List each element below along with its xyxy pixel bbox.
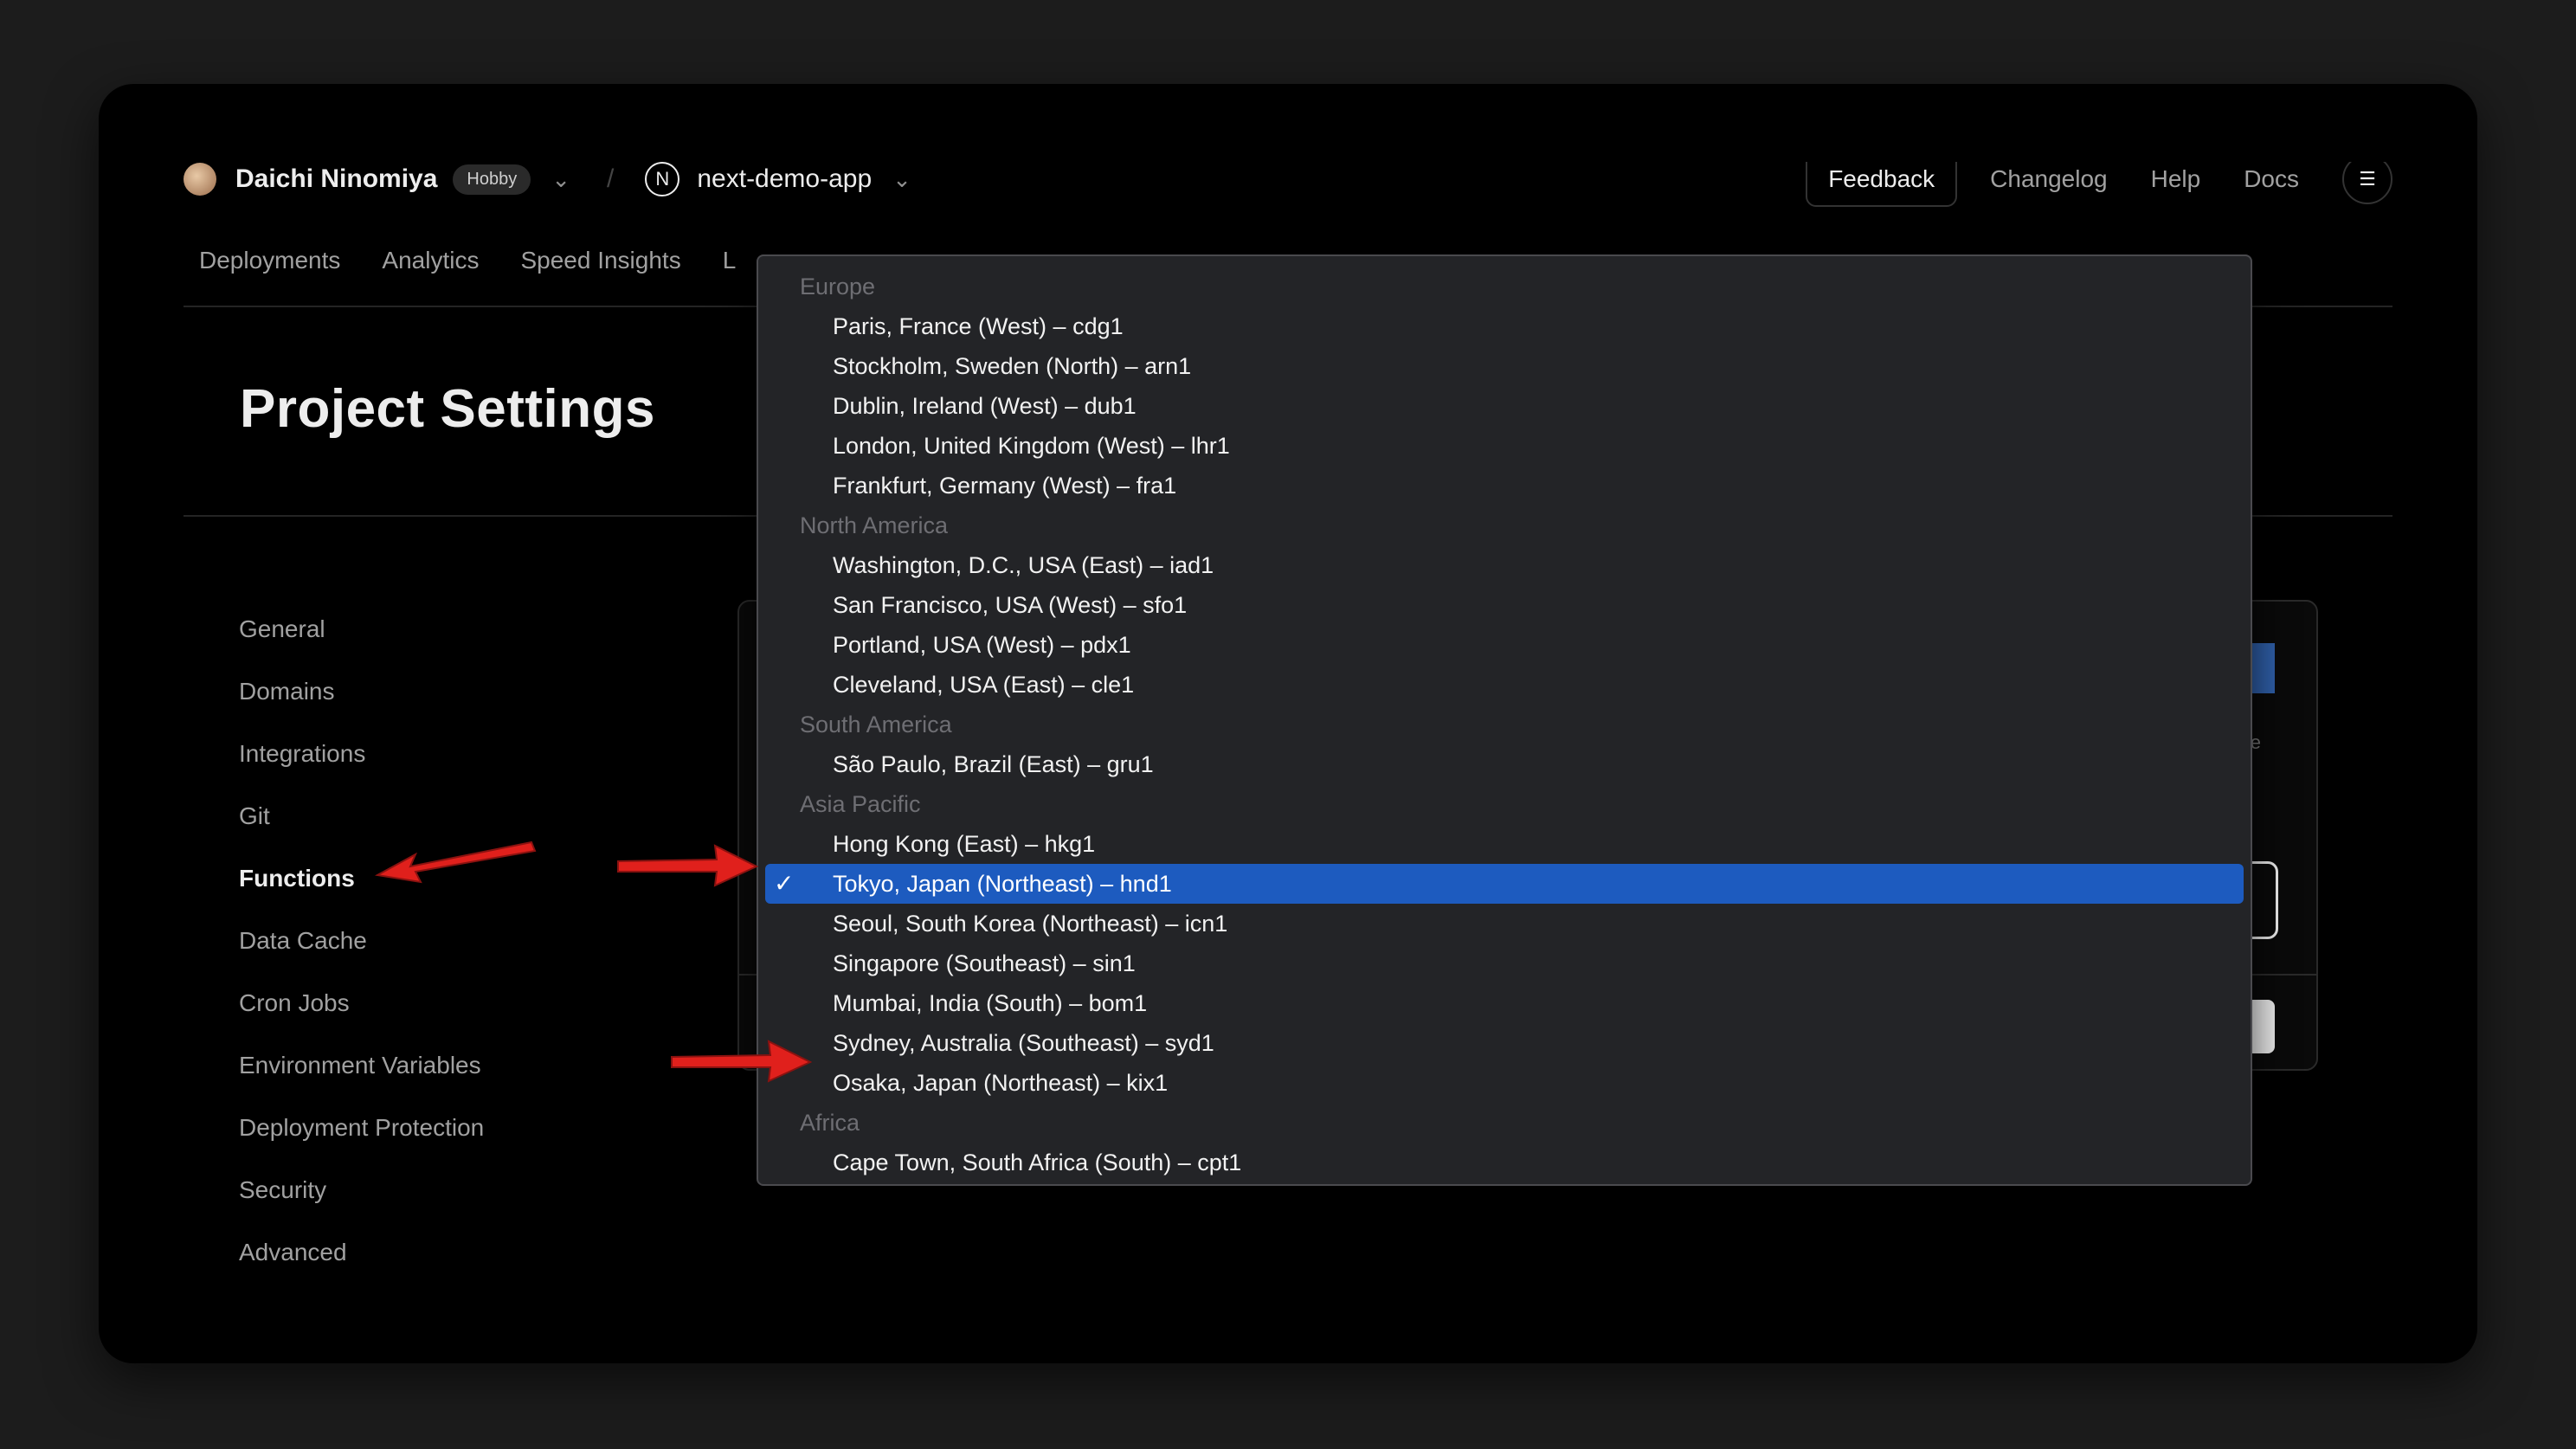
user-avatar[interactable] bbox=[184, 163, 216, 196]
dropdown-group-label: South America bbox=[800, 712, 952, 737]
feedback-button[interactable]: Feedback bbox=[1806, 162, 1958, 207]
changelog-link[interactable]: Changelog bbox=[1990, 165, 2107, 193]
dropdown-group-label: Africa bbox=[800, 1110, 860, 1136]
region-dropdown-menu: Europe Paris, France (West) – cdg1 Stockho… bbox=[757, 254, 2252, 1186]
checkmark-icon: ✓ bbox=[774, 870, 795, 897]
project-name[interactable]: next-demo-app bbox=[697, 164, 872, 194]
annotation-arrow-icon bbox=[374, 840, 537, 884]
dropdown-option-label: Tokyo, Japan (Northeast) – hnd1 bbox=[833, 871, 1172, 897]
app-window: Daichi Ninomiya Hobby ⌄ / N next-demo-ap… bbox=[99, 84, 2477, 1363]
dropdown-option-label: Mumbai, India (South) – bom1 bbox=[833, 990, 1148, 1016]
dropdown-option[interactable]: Dublin, Ireland (West) – dub1 bbox=[765, 386, 2244, 426]
dropdown-option[interactable]: Osaka, Japan (Northeast) – kix1 bbox=[765, 1063, 2244, 1103]
project-logo-icon: N bbox=[645, 162, 680, 196]
dropdown-option-label: Sydney, Australia (Southeast) – syd1 bbox=[833, 1030, 1214, 1056]
sidebar-item-general[interactable]: General bbox=[239, 612, 484, 674]
dropdown-option[interactable]: Seoul, South Korea (Northeast) – icn1 bbox=[765, 904, 2244, 943]
dropdown-group-label: Europe bbox=[800, 274, 876, 299]
dropdown-option-label: Singapore (Southeast) – sin1 bbox=[833, 950, 1136, 976]
dropdown-option[interactable]: Washington, D.C., USA (East) – iad1 bbox=[765, 545, 2244, 585]
plan-badge: Hobby bbox=[453, 164, 531, 195]
tab-speed-insights[interactable]: Speed Insights bbox=[520, 247, 680, 274]
top-bar: Daichi Ninomiya Hobby ⌄ / N next-demo-ap… bbox=[184, 162, 2392, 209]
sidebar-item-deployment-protection[interactable]: Deployment Protection bbox=[239, 1111, 484, 1173]
breadcrumb-separator: / bbox=[607, 164, 615, 193]
dropdown-option-label: Seoul, South Korea (Northeast) – icn1 bbox=[833, 911, 1228, 937]
dropdown-option-label: Paris, France (West) – cdg1 bbox=[833, 313, 1124, 339]
dropdown-option[interactable]: San Francisco, USA (West) – sfo1 bbox=[765, 585, 2244, 625]
help-link[interactable]: Help bbox=[2151, 165, 2201, 193]
dropdown-option[interactable]: Frankfurt, Germany (West) – fra1 bbox=[765, 466, 2244, 506]
dropdown-option[interactable]: São Paulo, Brazil (East) – gru1 bbox=[765, 744, 2244, 784]
sidebar-item-security[interactable]: Security bbox=[239, 1173, 484, 1235]
menu-icon[interactable]: ☰ bbox=[2342, 162, 2392, 204]
project-logo-letter: N bbox=[655, 168, 670, 190]
sidebar-item-domains[interactable]: Domains bbox=[239, 674, 484, 737]
settings-sidebar: General Domains Integrations Git Functio… bbox=[239, 612, 484, 1298]
tab-deployments[interactable]: Deployments bbox=[199, 247, 340, 274]
page-title: Project Settings bbox=[240, 379, 655, 439]
dropdown-option[interactable]: Paris, France (West) – cdg1 bbox=[765, 306, 2244, 346]
dropdown-option[interactable]: Portland, USA (West) – pdx1 bbox=[765, 625, 2244, 665]
team-name[interactable]: Daichi Ninomiya bbox=[235, 164, 437, 194]
dropdown-option-label: Frankfurt, Germany (West) – fra1 bbox=[833, 473, 1177, 499]
dropdown-option[interactable]: Singapore (Southeast) – sin1 bbox=[765, 943, 2244, 983]
tab-analytics[interactable]: Analytics bbox=[382, 247, 479, 274]
sidebar-item-data-cache[interactable]: Data Cache bbox=[239, 924, 484, 986]
dropdown-option-label: Portland, USA (West) – pdx1 bbox=[833, 632, 1131, 658]
tab-logs[interactable]: L bbox=[723, 247, 737, 274]
dropdown-option-label: Osaka, Japan (Northeast) – kix1 bbox=[833, 1070, 1169, 1096]
dropdown-option[interactable]: London, United Kingdom (West) – lhr1 bbox=[765, 426, 2244, 466]
sidebar-item-advanced[interactable]: Advanced bbox=[239, 1235, 484, 1298]
dropdown-option[interactable]: Cape Town, South Africa (South) – cpt1 bbox=[765, 1143, 2244, 1182]
dropdown-option[interactable]: Cleveland, USA (East) – cle1 bbox=[765, 665, 2244, 705]
chevron-down-icon[interactable]: ⌄ bbox=[892, 166, 911, 193]
dropdown-option[interactable]: Sydney, Australia (Southeast) – syd1 bbox=[765, 1023, 2244, 1063]
dropdown-option-label: Hong Kong (East) – hkg1 bbox=[833, 831, 1096, 857]
dropdown-option[interactable]: Mumbai, India (South) – bom1 bbox=[765, 983, 2244, 1023]
dropdown-option[interactable]: Hong Kong (East) – hkg1 bbox=[765, 824, 2244, 864]
docs-link[interactable]: Docs bbox=[2244, 165, 2299, 193]
project-tabs: Deployments Analytics Speed Insights L bbox=[199, 247, 736, 274]
dropdown-option-label: Cape Town, South Africa (South) – cpt1 bbox=[833, 1150, 1242, 1175]
dropdown-option-label: Stockholm, Sweden (North) – arn1 bbox=[833, 353, 1192, 379]
annotation-arrow-icon bbox=[617, 844, 759, 887]
sidebar-item-integrations[interactable]: Integrations bbox=[239, 737, 484, 799]
sidebar-item-environment-variables[interactable]: Environment Variables bbox=[239, 1048, 484, 1111]
dropdown-group-label: North America bbox=[800, 512, 949, 538]
annotation-arrow-icon bbox=[671, 1040, 813, 1083]
dropdown-group-label: Asia Pacific bbox=[800, 791, 921, 817]
dropdown-option-selected[interactable]: ✓ Tokyo, Japan (Northeast) – hnd1 bbox=[765, 864, 2244, 904]
dropdown-option[interactable]: Stockholm, Sweden (North) – arn1 bbox=[765, 346, 2244, 386]
sidebar-item-cron-jobs[interactable]: Cron Jobs bbox=[239, 986, 484, 1048]
dropdown-option-label: Dublin, Ireland (West) – dub1 bbox=[833, 393, 1137, 419]
dropdown-option-label: San Francisco, USA (West) – sfo1 bbox=[833, 592, 1188, 618]
dropdown-option-label: Cleveland, USA (East) – cle1 bbox=[833, 672, 1135, 698]
chevron-down-icon[interactable]: ⌄ bbox=[551, 166, 570, 193]
dropdown-option-label: London, United Kingdom (West) – lhr1 bbox=[833, 433, 1230, 459]
dropdown-option-label: Washington, D.C., USA (East) – iad1 bbox=[833, 552, 1214, 578]
dropdown-option-label: São Paulo, Brazil (East) – gru1 bbox=[833, 751, 1154, 777]
